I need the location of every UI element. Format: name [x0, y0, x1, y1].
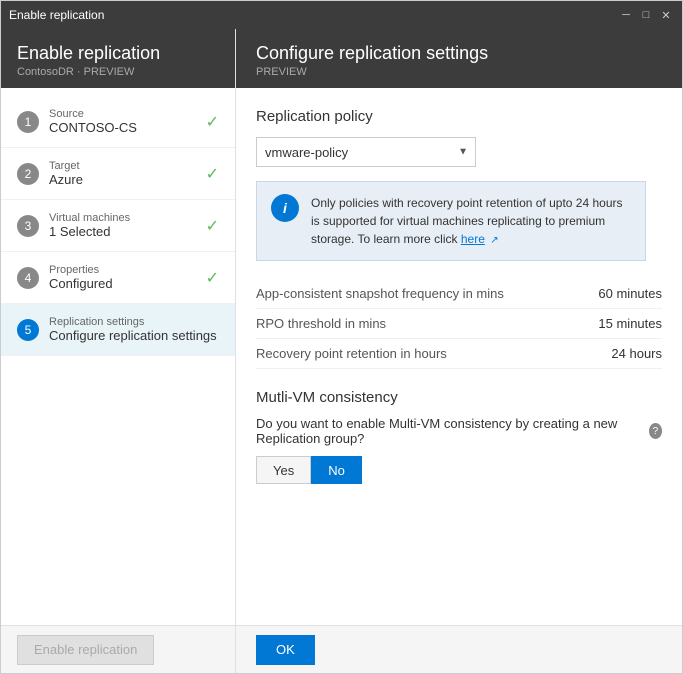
close-button[interactable]: ✕ [658, 7, 674, 23]
bottom-left: Enable replication [1, 626, 236, 673]
step-item-2[interactable]: 2 TargetAzure ✓ [1, 148, 235, 200]
enable-replication-button[interactable]: Enable replication [17, 635, 154, 665]
step-value-5: Configure replication settings [49, 328, 219, 343]
step-label-3: Virtual machines [49, 212, 198, 224]
step-number-5: 5 [17, 319, 39, 341]
help-icon[interactable]: ? [649, 423, 662, 439]
step-check-icon-3: ✓ [206, 216, 219, 236]
right-panel-header: Configure replication settings PREVIEW [236, 29, 682, 88]
info-box-text: Only policies with recovery point retent… [311, 194, 631, 248]
step-check-icon-1: ✓ [206, 112, 219, 132]
step-number-4: 4 [17, 267, 39, 289]
step-value-1: CONTOSO-CS [49, 120, 198, 135]
step-check-icon-4: ✓ [206, 268, 219, 288]
step-item-4[interactable]: 4 PropertiesConfigured ✓ [1, 252, 235, 304]
external-link-icon: ↗ [490, 235, 498, 246]
yes-no-toggle: Yes No [256, 456, 662, 484]
left-panel-subtitle: ContosoDR · PREVIEW [17, 66, 219, 78]
main-window: Enable replication ─ □ ✕ Enable replicat… [0, 0, 683, 674]
right-panel-title: Configure replication settings [256, 43, 662, 64]
bottom-bar: Enable replication OK [1, 625, 682, 673]
step-item-5[interactable]: 5 Replication settingsConfigure replicati… [1, 304, 235, 356]
step-label-5: Replication settings [49, 316, 219, 328]
step-number-3: 3 [17, 215, 39, 237]
title-bar-controls: ─ □ ✕ [618, 7, 674, 23]
step-value-2: Azure [49, 172, 198, 187]
yes-button[interactable]: Yes [256, 456, 311, 484]
step-value-4: Configured [49, 276, 198, 291]
step-value-3: 1 Selected [49, 224, 198, 239]
replication-policy-title: Replication policy [256, 108, 662, 125]
settings-label-1: RPO threshold in mins [256, 316, 386, 331]
step-label-4: Properties [49, 264, 198, 276]
right-panel-content: Replication policy vmware-policy ▼ i Onl… [236, 88, 682, 625]
settings-row-2: Recovery point retention in hours 24 hour… [256, 339, 662, 369]
step-content-4: PropertiesConfigured [49, 264, 198, 291]
settings-value-0: 60 minutes [598, 286, 662, 301]
step-item-1[interactable]: 1 SourceCONTOSO-CS ✓ [1, 96, 235, 148]
step-content-5: Replication settingsConfigure replicatio… [49, 316, 219, 343]
step-item-3[interactable]: 3 Virtual machines1 Selected ✓ [1, 200, 235, 252]
title-bar: Enable replication ─ □ ✕ [1, 1, 682, 29]
settings-label-0: App-consistent snapshot frequency in min… [256, 286, 504, 301]
ok-button[interactable]: OK [256, 635, 315, 665]
settings-label-2: Recovery point retention in hours [256, 346, 447, 361]
left-panel-title: Enable replication [17, 43, 219, 64]
consistency-question: Do you want to enable Multi-VM consisten… [256, 416, 662, 446]
maximize-button[interactable]: □ [638, 7, 654, 23]
step-number-1: 1 [17, 111, 39, 133]
settings-table: App-consistent snapshot frequency in min… [256, 279, 662, 369]
step-number-2: 2 [17, 163, 39, 185]
step-content-1: SourceCONTOSO-CS [49, 108, 198, 135]
window-body: Enable replication ContosoDR · PREVIEW 1… [1, 29, 682, 625]
policy-dropdown-row: vmware-policy ▼ [256, 137, 662, 167]
title-bar-text: Enable replication [9, 8, 104, 22]
info-link[interactable]: here [461, 232, 485, 246]
no-button[interactable]: No [311, 456, 362, 484]
consistency-question-text: Do you want to enable Multi-VM consisten… [256, 416, 644, 446]
settings-value-2: 24 hours [611, 346, 662, 361]
steps-list: 1 SourceCONTOSO-CS ✓ 2 TargetAzure ✓ 3 Virtual … [1, 88, 235, 625]
step-label-2: Target [49, 160, 198, 172]
left-panel: Enable replication ContosoDR · PREVIEW 1… [1, 29, 236, 625]
left-panel-header: Enable replication ContosoDR · PREVIEW [1, 29, 235, 88]
step-check-icon-2: ✓ [206, 164, 219, 184]
right-panel-subtitle: PREVIEW [256, 66, 662, 78]
step-content-3: Virtual machines1 Selected [49, 212, 198, 239]
policy-dropdown-wrapper: vmware-policy ▼ [256, 137, 476, 167]
step-content-2: TargetAzure [49, 160, 198, 187]
right-panel: Configure replication settings PREVIEW R… [236, 29, 682, 625]
minimize-button[interactable]: ─ [618, 7, 634, 23]
bottom-right: OK [236, 626, 682, 673]
info-icon: i [271, 194, 299, 222]
settings-row-1: RPO threshold in mins 15 minutes [256, 309, 662, 339]
settings-row-0: App-consistent snapshot frequency in min… [256, 279, 662, 309]
policy-dropdown[interactable]: vmware-policy [256, 137, 476, 167]
step-label-1: Source [49, 108, 198, 120]
info-box: i Only policies with recovery point rete… [256, 181, 646, 261]
settings-value-1: 15 minutes [598, 316, 662, 331]
multi-vm-title: Mutli-VM consistency [256, 389, 662, 406]
